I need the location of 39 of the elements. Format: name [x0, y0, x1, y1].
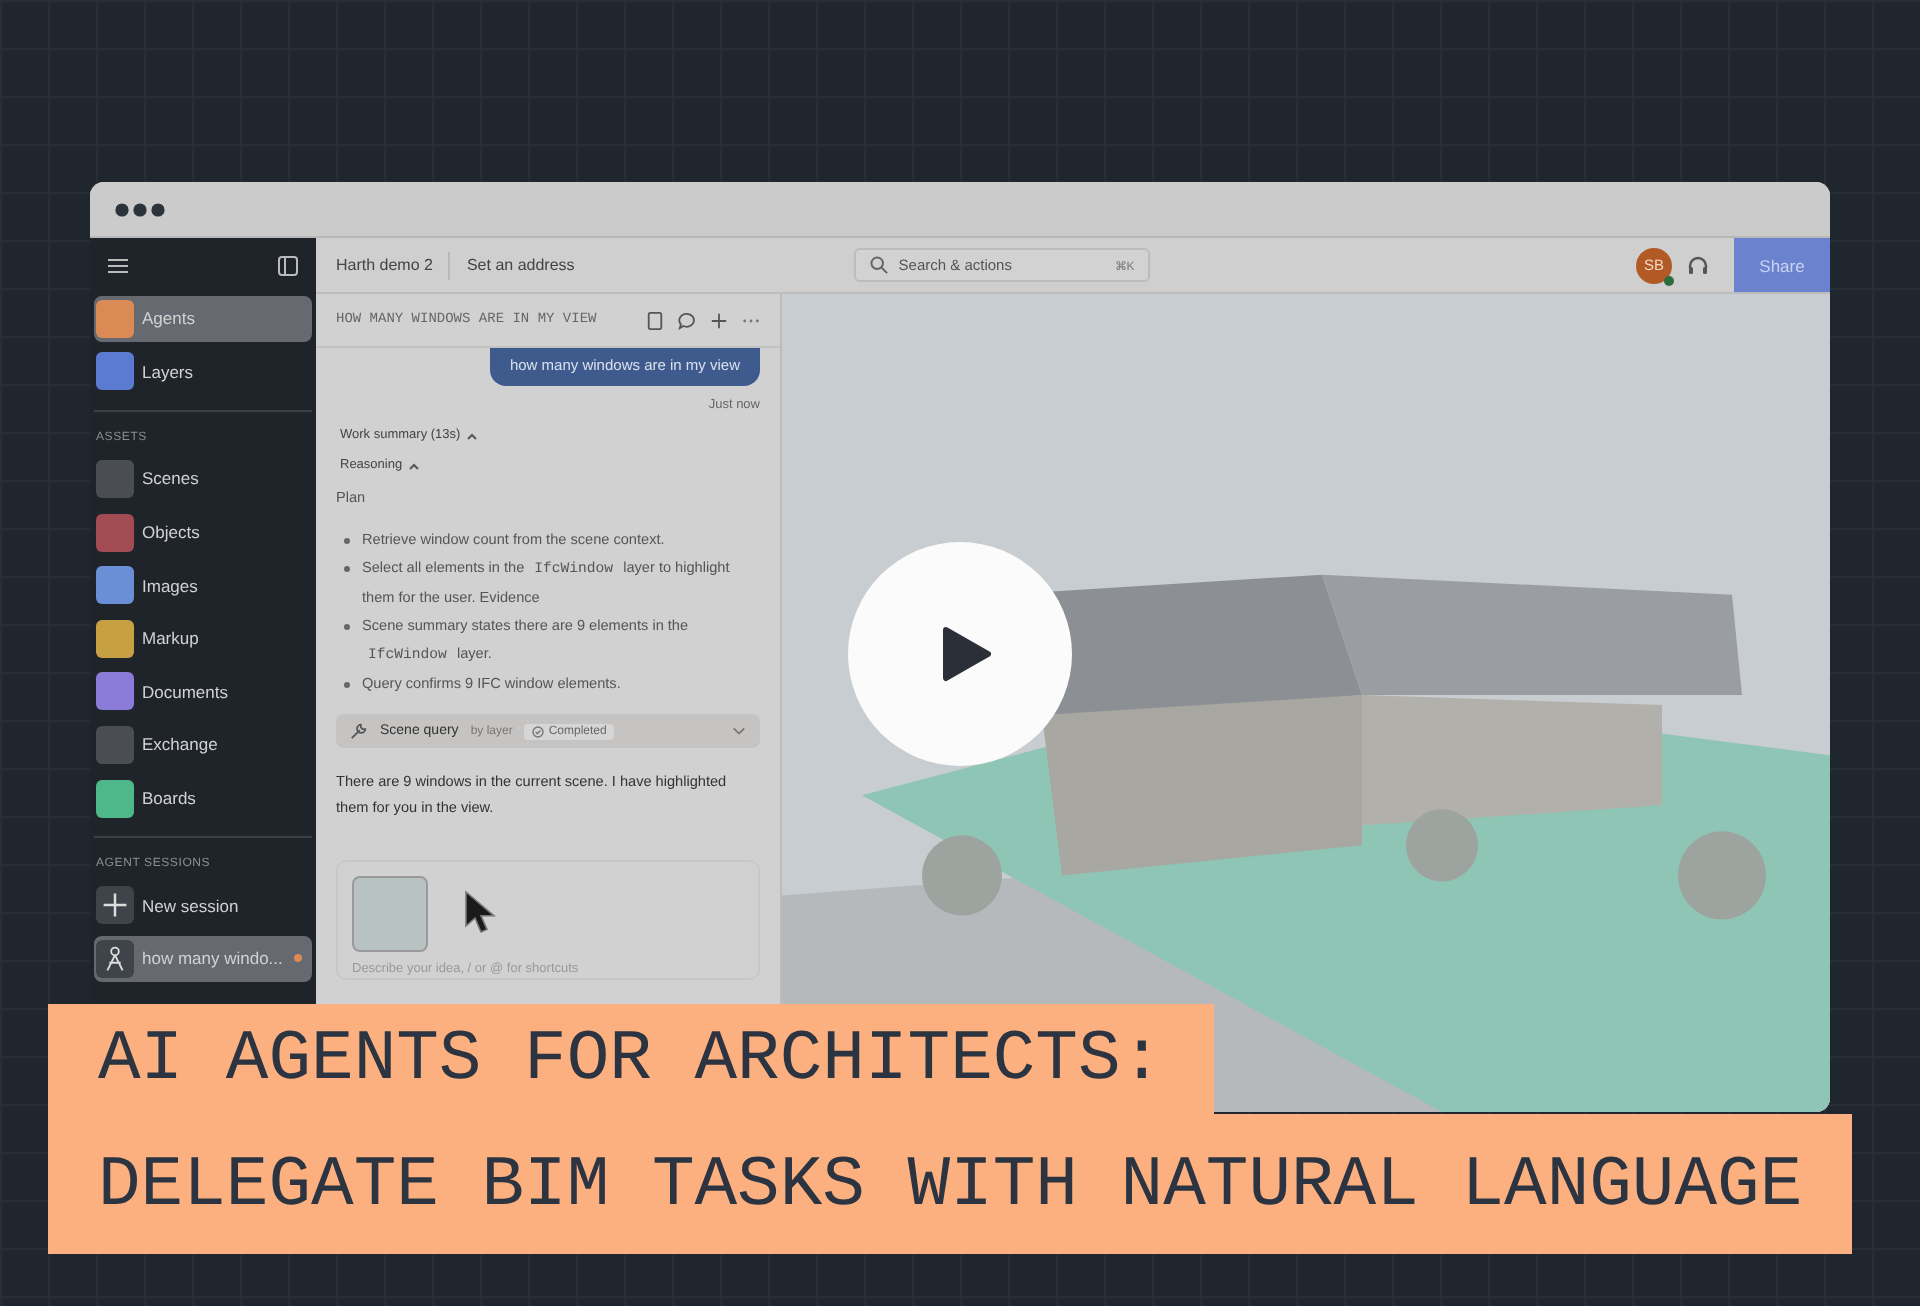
headset-icon[interactable] — [1686, 253, 1710, 277]
more-icon[interactable] — [742, 317, 760, 323]
caret-icon[interactable] — [466, 431, 479, 439]
sidebar-item[interactable]: Objects — [94, 509, 312, 556]
headline-banner: DELEGATE BIM TASKS WITH NATURAL LANGUAGE — [48, 1114, 1853, 1254]
sidebar-item[interactable]: Layers — [94, 348, 312, 395]
caret-icon[interactable] — [408, 461, 421, 469]
project-name[interactable]: Harth demo 2 — [336, 256, 433, 274]
bullet-icon — [344, 538, 350, 544]
plus-icon — [96, 886, 134, 925]
note-icon[interactable] — [646, 311, 664, 329]
sidebar-item[interactable]: Images — [94, 562, 312, 609]
sidebar-item[interactable]: Documents — [94, 668, 312, 715]
plus-icon[interactable] — [710, 311, 728, 329]
play-icon — [940, 626, 992, 682]
check-circle-icon — [532, 725, 545, 737]
sidebar-item[interactable]: Exchange — [94, 721, 312, 768]
bullet-icon — [344, 624, 350, 630]
address-link[interactable]: Set an address — [466, 256, 575, 274]
pointer-cursor-icon — [464, 890, 496, 934]
headline-banner: AI AGENTS FOR ARCHITECTS: — [48, 1004, 1214, 1114]
sidebar-item[interactable]: Markup — [94, 615, 312, 662]
sidebar-item[interactable]: Boards — [94, 775, 312, 822]
sidebar-item[interactable]: Scenes — [94, 455, 312, 502]
activity-dot-icon — [294, 954, 302, 963]
session-item[interactable]: how many windo... — [94, 935, 312, 982]
wrench-icon — [350, 722, 368, 740]
panel-toggle-icon[interactable] — [278, 255, 298, 275]
menu-icon[interactable] — [108, 257, 128, 273]
window-dots-icon — [114, 201, 166, 217]
bullet-icon — [344, 682, 350, 688]
chat-bubble-icon[interactable] — [678, 311, 696, 329]
session-item[interactable]: New session — [94, 882, 312, 929]
agent-icon — [96, 939, 134, 978]
search-icon — [870, 256, 889, 274]
chevron-icon[interactable] — [732, 726, 746, 736]
bullet-icon — [344, 566, 350, 572]
sidebar-item[interactable]: Agents — [94, 295, 312, 342]
image-placeholder — [352, 876, 428, 952]
